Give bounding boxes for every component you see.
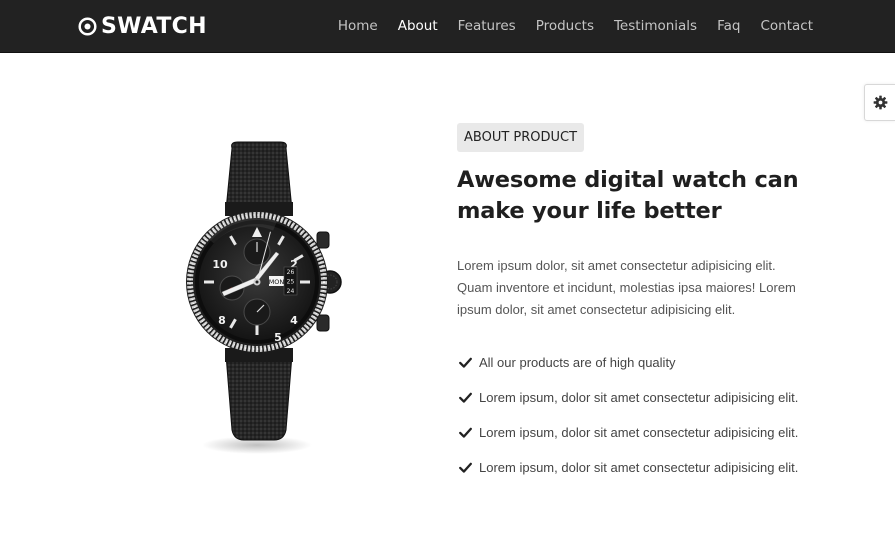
feature-text: Lorem ipsum, dolor sit amet consectetur … bbox=[479, 390, 799, 405]
nav-link-features[interactable]: Features bbox=[458, 18, 516, 34]
feature-text: All our products are of high quality bbox=[479, 355, 676, 370]
feature-item: All our products are of high quality bbox=[459, 345, 798, 380]
check-icon bbox=[459, 462, 472, 473]
nav-link-faq[interactable]: Faq bbox=[717, 18, 740, 34]
svg-text:26: 26 bbox=[287, 269, 295, 276]
svg-text:10: 10 bbox=[212, 258, 228, 271]
svg-text:8: 8 bbox=[218, 314, 226, 327]
target-logo-icon bbox=[78, 16, 97, 36]
svg-text:5: 5 bbox=[274, 331, 282, 344]
nav-link-products[interactable]: Products bbox=[536, 18, 594, 34]
svg-text:24: 24 bbox=[287, 288, 295, 295]
feature-item: Lorem ipsum, dolor sit amet consectetur … bbox=[459, 380, 798, 415]
settings-toggle-button[interactable] bbox=[864, 84, 895, 121]
brand-name: SWATCH bbox=[101, 13, 207, 39]
check-icon bbox=[459, 357, 472, 368]
check-icon bbox=[459, 427, 472, 438]
navbar: SWATCH Home About Features Products Test… bbox=[0, 0, 895, 53]
watch-illustration: 10 2 4 5 8 MON 26 25 24 bbox=[186, 141, 342, 454]
gear-icon bbox=[873, 95, 887, 110]
nav-link-contact[interactable]: Contact bbox=[760, 18, 813, 34]
check-icon bbox=[459, 392, 472, 403]
svg-text:4: 4 bbox=[290, 314, 298, 327]
section-heading: Awesome digital watch can make your life… bbox=[457, 167, 799, 224]
section-description: Lorem ipsum dolor, sit amet consectetur … bbox=[457, 258, 796, 317]
svg-text:MON: MON bbox=[269, 278, 285, 286]
feature-item: Lorem ipsum, dolor sit amet consectetur … bbox=[459, 450, 798, 485]
feature-item: Lorem ipsum, dolor sit amet consectetur … bbox=[459, 415, 798, 450]
nav-link-testimonials[interactable]: Testimonials bbox=[614, 18, 697, 34]
feature-text: Lorem ipsum, dolor sit amet consectetur … bbox=[479, 425, 799, 440]
nav-menu: Home About Features Products Testimonial… bbox=[318, 0, 813, 52]
nav-link-home[interactable]: Home bbox=[338, 18, 378, 34]
svg-text:25: 25 bbox=[287, 279, 295, 286]
brand-logo[interactable]: SWATCH bbox=[78, 11, 207, 41]
watch-product-image: 10 2 4 5 8 MON 26 25 24 bbox=[180, 140, 350, 460]
feature-text: Lorem ipsum, dolor sit amet consectetur … bbox=[479, 460, 799, 475]
feature-list: All our products are of high quality Lor… bbox=[459, 345, 798, 485]
nav-link-about[interactable]: About bbox=[398, 18, 438, 34]
section-badge: ABOUT PRODUCT bbox=[457, 123, 585, 152]
